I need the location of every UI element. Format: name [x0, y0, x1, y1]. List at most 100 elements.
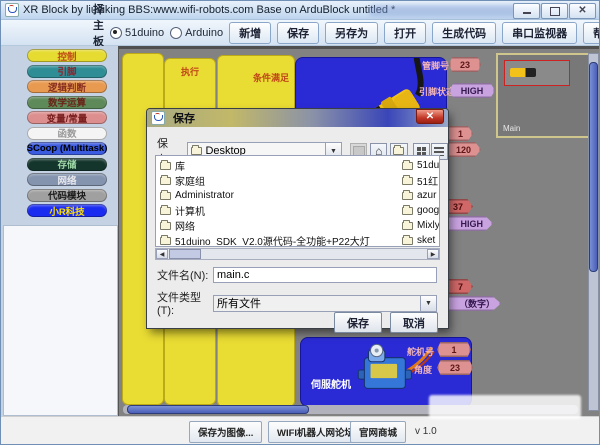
- radio-selected-icon: [110, 26, 122, 39]
- servo-block-label: 伺服舵机: [311, 380, 351, 391]
- category-xiaor-tech[interactable]: 小R科技: [27, 204, 107, 217]
- folder-icon: [160, 219, 171, 230]
- save-as-image-button[interactable]: 保存为图像...: [189, 421, 263, 443]
- radio-arduino[interactable]: Arduino: [170, 26, 224, 39]
- arrow-right-icon: ▶: [430, 251, 436, 258]
- chevron-down-icon: ▼: [425, 299, 432, 307]
- file-item[interactable]: 计算机: [160, 203, 370, 218]
- save-dialog-title-bar[interactable]: 保存 ✕: [147, 109, 448, 127]
- file-item[interactable]: goog: [402, 203, 439, 218]
- folder-icon: [402, 174, 413, 185]
- category-logic[interactable]: 逻辑判断: [27, 80, 107, 93]
- dialog-save-button[interactable]: 保存: [334, 312, 382, 333]
- minimap-viewport[interactable]: [504, 60, 570, 86]
- minimize-button[interactable]: [513, 3, 540, 19]
- horizontal-scroll-thumb[interactable]: [127, 405, 309, 414]
- file-item[interactable]: 51duino_SDK_V2.0源代码-全功能+P22大灯: [160, 233, 370, 246]
- maximize-button[interactable]: [541, 3, 568, 19]
- category-math[interactable]: 数学运算: [27, 95, 107, 109]
- servo-id-chip[interactable]: 1: [437, 342, 471, 357]
- file-item[interactable]: 51du: [402, 158, 439, 173]
- window-title: XR Block by liuviking BBS:www.wifi-robot…: [23, 4, 396, 16]
- folder-icon: [402, 234, 413, 245]
- file-item[interactable]: 家庭组: [160, 173, 370, 188]
- open-button[interactable]: 打开: [384, 21, 427, 44]
- pin-number-chip[interactable]: 23: [449, 57, 481, 72]
- category-variables[interactable]: 变量/常量: [27, 111, 107, 124]
- close-icon: ✕: [578, 5, 587, 16]
- serial-monitor-button[interactable]: 串口监视器: [502, 21, 578, 44]
- category-code-modules[interactable]: 代码模块: [27, 188, 107, 202]
- canvas-vertical-scrollbar[interactable]: [588, 53, 599, 411]
- file-item[interactable]: Mixly: [402, 218, 439, 233]
- scroll-right-button[interactable]: ▶: [427, 249, 439, 259]
- save-as-button[interactable]: 另存为: [325, 21, 379, 44]
- combobox-arrow-button[interactable]: ▼: [420, 295, 436, 311]
- dialog-cancel-button[interactable]: 取消: [390, 312, 438, 333]
- servo-angle-chip[interactable]: 23: [437, 360, 473, 375]
- dialog-close-button[interactable]: ✕: [416, 109, 444, 124]
- folder-icon: [402, 219, 413, 230]
- condition-block-label: 条件满足: [252, 73, 289, 83]
- file-item[interactable]: 库: [160, 158, 370, 173]
- radio-51duino[interactable]: 51duino: [110, 26, 165, 39]
- file-name-input[interactable]: [213, 267, 437, 283]
- servo-angle-label: 角度: [414, 365, 433, 375]
- execute-block-label: 执行: [180, 67, 199, 77]
- radio-arduino-label: Arduino: [185, 26, 224, 39]
- radio-unselected-icon: [170, 26, 183, 39]
- file-item[interactable]: 51红: [402, 173, 439, 188]
- category-sidebar: 控制 引脚 逻辑判断 数学运算 变量/常量 函数 SCoop (Multitas…: [1, 46, 118, 416]
- new-button[interactable]: 新增: [229, 21, 272, 44]
- minimap-panel[interactable]: Main: [496, 53, 590, 138]
- generate-code-button[interactable]: 生成代码: [432, 21, 497, 44]
- title-bar: XR Block by liuviking BBS:www.wifi-robot…: [1, 1, 599, 20]
- bottom-bar: 保存为图像... WIFI机器人网论坛 官网商城 v 1.0: [1, 416, 599, 444]
- category-network[interactable]: 网络: [27, 173, 107, 186]
- file-list-scroll-thumb[interactable]: [169, 249, 201, 259]
- scroll-left-button[interactable]: ◀: [156, 249, 168, 259]
- pin-state-chip[interactable]: HIGH: [449, 83, 495, 98]
- file-item[interactable]: Administrator: [160, 188, 370, 203]
- app-window: XR Block by liuviking BBS:www.wifi-robot…: [0, 0, 600, 445]
- folder-icon: [160, 189, 171, 200]
- main-toolbar: 选择主板类型 51duino Arduino 新增 保存 另存为 打开 生成代码…: [1, 4, 599, 80]
- shop-button[interactable]: 官网商城: [350, 421, 407, 443]
- new-folder-icon: [393, 145, 405, 155]
- save-button[interactable]: 保存: [277, 21, 320, 44]
- category-control[interactable]: 控制: [27, 49, 107, 62]
- folder-icon: [160, 204, 171, 215]
- file-item[interactable]: sket: [402, 233, 439, 246]
- folder-icon: [160, 159, 171, 170]
- file-type-combobox[interactable]: 所有文件 ▼: [213, 294, 437, 312]
- file-list[interactable]: 库 家庭组 Administrator 计算机 网络 51duino_SDK_V…: [155, 155, 440, 247]
- folder-icon: [402, 189, 413, 200]
- forum-button[interactable]: WIFI机器人网论坛: [268, 421, 364, 443]
- category-pins[interactable]: 引脚: [27, 64, 107, 78]
- file-name-label: 文件名(N):: [157, 270, 209, 282]
- minimap-label: Main: [503, 124, 521, 133]
- servo-id-label: 舵机号: [407, 347, 435, 357]
- save-dialog: 保存 ✕ 保存: Desktop ▼ ⌂ 库 家庭组 Administrator…: [147, 109, 449, 333]
- folder-icon: [402, 204, 413, 215]
- arrow-left-icon: ◀: [159, 251, 165, 258]
- close-button[interactable]: ✕: [569, 3, 596, 19]
- vertical-scroll-thumb[interactable]: [589, 62, 598, 272]
- save-dialog-title: 保存: [173, 113, 195, 125]
- dialog-close-icon: ✕: [425, 111, 435, 122]
- file-list-horizontal-scrollbar[interactable]: ◀ ▶: [155, 248, 440, 260]
- help-button[interactable]: 帮助: [583, 21, 599, 44]
- version-label: v 1.0: [415, 426, 437, 437]
- category-scoop[interactable]: SCoop (Multitask): [27, 142, 107, 155]
- maximize-icon: [549, 6, 560, 16]
- radio-51duino-label: 51duino: [125, 26, 165, 39]
- file-item[interactable]: 网络: [160, 218, 370, 233]
- file-type-value: 所有文件: [217, 298, 261, 310]
- folder-icon: [160, 234, 171, 245]
- category-storage[interactable]: 存储: [27, 157, 107, 171]
- chevron-down-icon: ▼: [329, 147, 337, 155]
- file-item[interactable]: azur: [402, 188, 439, 203]
- category-functions[interactable]: 函数: [27, 126, 107, 140]
- pin-number-label: 管脚号: [422, 61, 450, 71]
- java-dialog-icon: [151, 111, 165, 125]
